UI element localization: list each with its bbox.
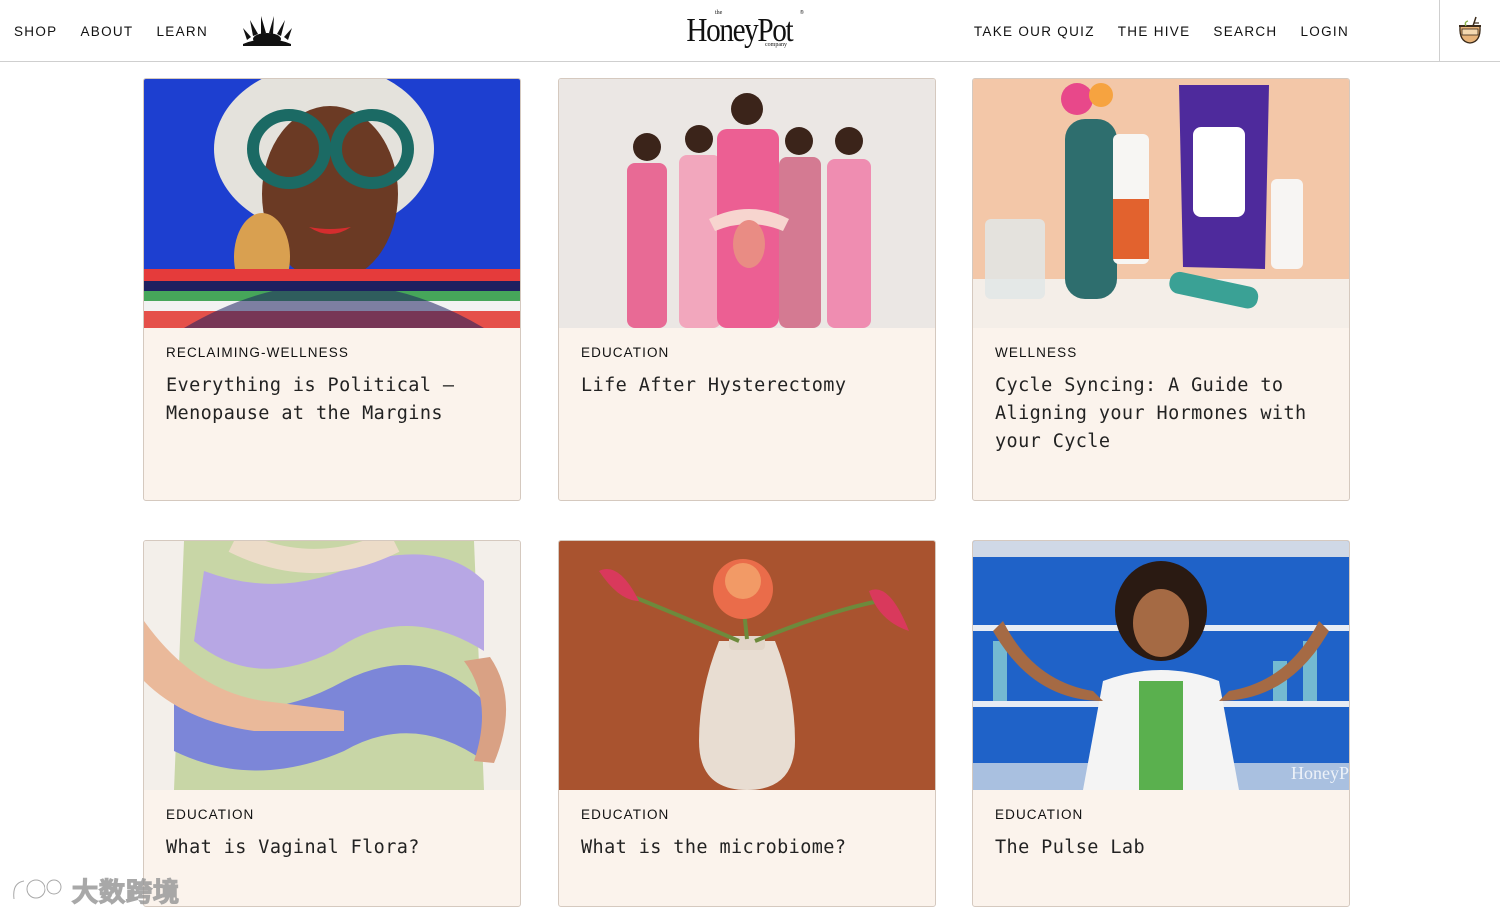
article-category: EDUCATION bbox=[581, 345, 670, 360]
site-header: SHOP ABOUT LEARN the HoneyPot ® company … bbox=[0, 0, 1500, 62]
article-image-honeypot-products[interactable] bbox=[973, 79, 1349, 328]
honey-pot-cart-icon[interactable] bbox=[1454, 14, 1486, 46]
svg-text:HoneyP: HoneyP bbox=[1291, 763, 1349, 783]
nav-shop[interactable]: SHOP bbox=[14, 24, 57, 39]
article-card[interactable]: EDUCATION Life After Hysterectomy bbox=[558, 78, 936, 501]
article-image-woman-with-glasses[interactable] bbox=[144, 79, 520, 328]
article-image-patterned-dress[interactable] bbox=[144, 541, 520, 790]
nav-login[interactable]: LOGIN bbox=[1300, 24, 1349, 39]
brand-trademark: ® bbox=[800, 10, 804, 16]
header-divider bbox=[1439, 0, 1440, 62]
article-title[interactable]: The Pulse Lab bbox=[995, 834, 1333, 862]
article-image-scientist-in-lab[interactable]: HoneyP bbox=[973, 541, 1349, 790]
nav-the-hive[interactable]: THE HIVE bbox=[1118, 24, 1191, 39]
article-category: RECLAIMING-WELLNESS bbox=[166, 345, 349, 360]
article-title[interactable]: What is the microbiome? bbox=[581, 834, 919, 862]
primary-nav: SHOP ABOUT LEARN bbox=[14, 0, 293, 62]
article-card[interactable]: HoneyP EDUCATION The Pulse Lab bbox=[972, 540, 1350, 907]
article-card[interactable]: EDUCATION What is the microbiome? bbox=[558, 540, 936, 907]
article-title[interactable]: Life After Hysterectomy bbox=[581, 372, 919, 400]
article-title[interactable]: Cycle Syncing: A Guide to Aligning your … bbox=[995, 372, 1333, 456]
article-card[interactable]: EDUCATION What is Vaginal Flora? bbox=[143, 540, 521, 907]
article-title[interactable]: Everything is Political – Menopause at t… bbox=[166, 372, 504, 428]
secondary-nav: TAKE OUR QUIZ THE HIVE SEARCH LOGIN bbox=[974, 0, 1349, 62]
article-title[interactable]: What is Vaginal Flora? bbox=[166, 834, 504, 862]
nav-take-our-quiz[interactable]: TAKE OUR QUIZ bbox=[974, 24, 1095, 39]
article-card[interactable]: WELLNESS Cycle Syncing: A Guide to Align… bbox=[972, 78, 1350, 501]
article-category: EDUCATION bbox=[581, 807, 670, 822]
brand-company: company bbox=[765, 42, 787, 48]
watermark: 大数跨境 bbox=[10, 872, 180, 908]
article-image-women-in-pink[interactable] bbox=[559, 79, 935, 328]
article-category: EDUCATION bbox=[166, 807, 255, 822]
watermark-logo-icon bbox=[11, 878, 63, 900]
article-card[interactable]: RECLAIMING-WELLNESS Everything is Politi… bbox=[143, 78, 521, 501]
nav-about[interactable]: ABOUT bbox=[80, 24, 133, 39]
article-category: EDUCATION bbox=[995, 807, 1084, 822]
nav-search[interactable]: SEARCH bbox=[1213, 24, 1277, 39]
article-category: WELLNESS bbox=[995, 345, 1078, 360]
sunburst-logo-icon[interactable] bbox=[241, 14, 293, 48]
article-image-vase-with-flowers[interactable] bbox=[559, 541, 935, 790]
watermark-text: 大数跨境 bbox=[71, 877, 181, 908]
brand-logo[interactable]: the HoneyPot ® company bbox=[686, 6, 810, 52]
nav-learn[interactable]: LEARN bbox=[156, 24, 208, 39]
